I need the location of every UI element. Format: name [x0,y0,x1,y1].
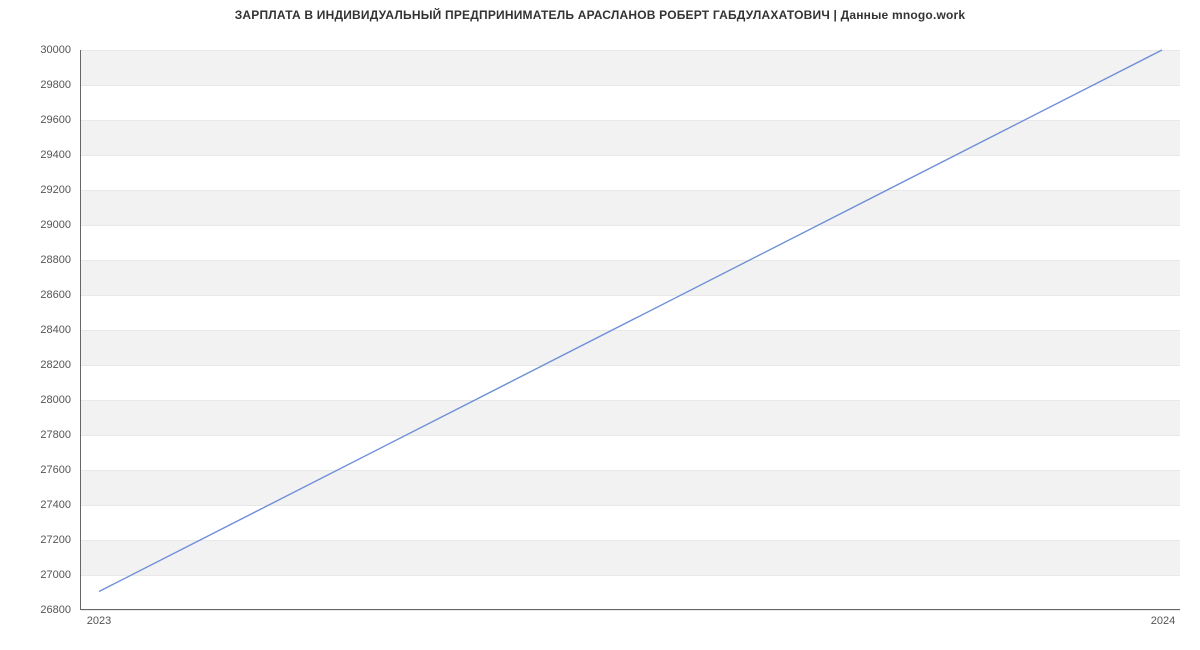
y-tick-label: 28800 [21,254,71,266]
grid-line [81,610,1180,611]
y-tick-label: 27200 [21,534,71,546]
y-tick-label: 28000 [21,394,71,406]
y-tick-label: 27800 [21,429,71,441]
y-tick-label: 28200 [21,359,71,371]
y-tick-label: 28600 [21,289,71,301]
y-tick-label: 30000 [21,44,71,56]
x-tick-label: 2023 [87,615,111,627]
y-tick-label: 27400 [21,499,71,511]
y-tick-label: 27600 [21,464,71,476]
y-tick-label: 29800 [21,79,71,91]
chart-title: ЗАРПЛАТА В ИНДИВИДУАЛЬНЫЙ ПРЕДПРИНИМАТЕЛ… [0,0,1200,22]
x-tick-label: 2024 [1151,615,1175,627]
y-tick-label: 28400 [21,324,71,336]
y-tick-label: 29600 [21,114,71,126]
y-tick-label: 29400 [21,149,71,161]
line-layer [81,50,1180,609]
y-tick-label: 26800 [21,604,71,616]
series-line [99,50,1162,592]
plot-area: 2680027000272002740027600278002800028200… [80,50,1180,610]
y-tick-label: 27000 [21,569,71,581]
chart-container: 26800 27000 27200 27400 27600 27800 28000 28200… [0,22,1200,642]
y-tick-label: 29200 [21,184,71,196]
y-tick-label: 29000 [21,219,71,231]
